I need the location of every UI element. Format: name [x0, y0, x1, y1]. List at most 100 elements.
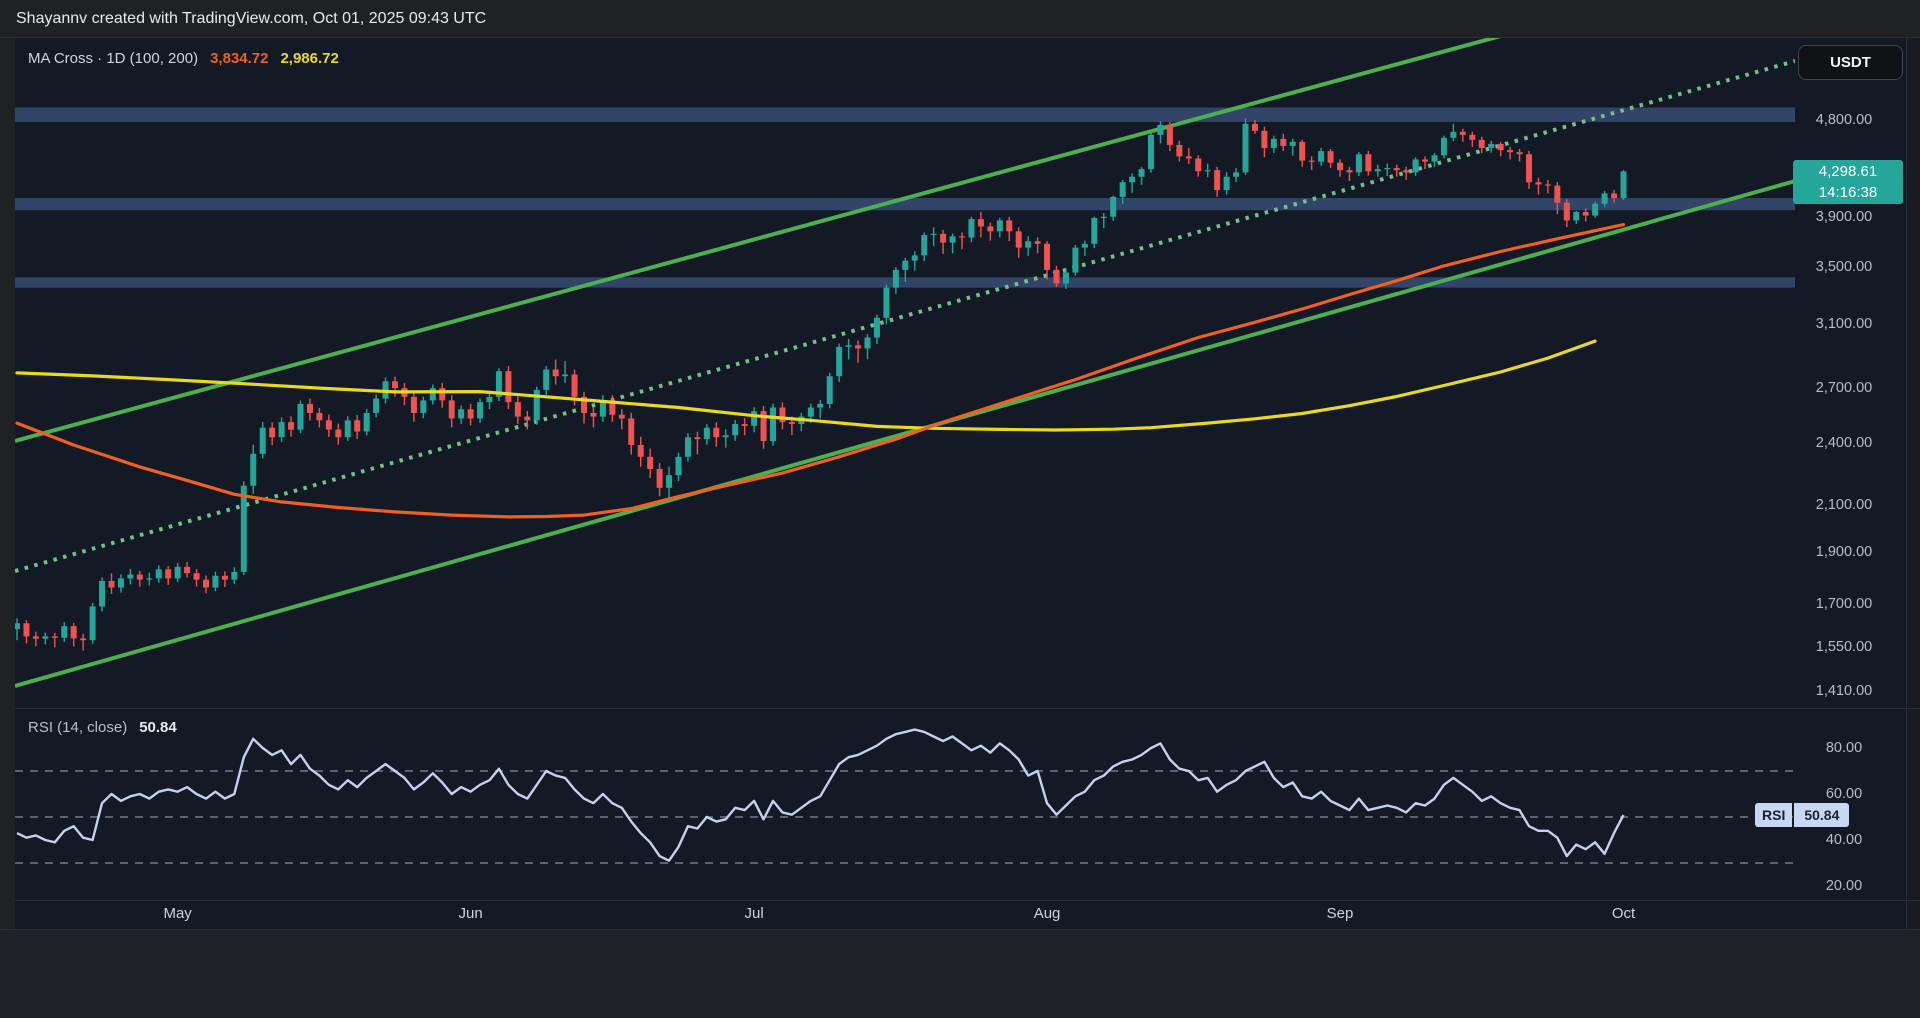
candle[interactable]: [487, 397, 493, 402]
candle[interactable]: [1054, 270, 1060, 284]
ma100-line[interactable]: [17, 225, 1624, 517]
candle[interactable]: [789, 422, 795, 424]
candle[interactable]: [335, 430, 341, 438]
candle[interactable]: [751, 411, 757, 426]
candle[interactable]: [846, 345, 852, 347]
candle[interactable]: [1554, 186, 1560, 203]
candle[interactable]: [1526, 154, 1532, 182]
candle[interactable]: [1488, 144, 1494, 148]
rsi-legend-title[interactable]: RSI (14, close): [28, 719, 127, 736]
candle[interactable]: [732, 424, 738, 435]
candle[interactable]: [619, 415, 625, 419]
candle[interactable]: [1044, 244, 1050, 270]
channel-upper[interactable]: [15, 28, 1530, 441]
rsi-line[interactable]: [17, 730, 1624, 861]
candle[interactable]: [392, 381, 398, 388]
candle[interactable]: [1205, 170, 1211, 171]
candle[interactable]: [742, 424, 748, 426]
candle[interactable]: [808, 408, 814, 417]
candle[interactable]: [307, 404, 313, 413]
candle[interactable]: [33, 636, 39, 638]
candle[interactable]: [950, 236, 956, 242]
candle[interactable]: [1016, 231, 1022, 247]
candle[interactable]: [902, 261, 908, 270]
candle[interactable]: [1280, 139, 1286, 146]
candle[interactable]: [1309, 161, 1315, 162]
candle[interactable]: [1394, 168, 1400, 170]
candle[interactable]: [1233, 172, 1239, 176]
candle[interactable]: [90, 606, 96, 640]
candle[interactable]: [1469, 135, 1475, 140]
candle[interactable]: [865, 337, 871, 348]
candle[interactable]: [1602, 193, 1608, 203]
candle[interactable]: [543, 370, 549, 390]
candle[interactable]: [1441, 138, 1447, 155]
candle[interactable]: [836, 347, 842, 376]
candle[interactable]: [893, 270, 899, 288]
candle[interactable]: [1573, 212, 1579, 220]
candle[interactable]: [1082, 244, 1088, 248]
candle[interactable]: [1517, 152, 1523, 154]
candle[interactable]: [1091, 218, 1097, 244]
candle[interactable]: [1243, 124, 1249, 172]
candle[interactable]: [1120, 182, 1126, 197]
candle[interactable]: [345, 420, 351, 437]
candle[interactable]: [874, 318, 880, 338]
candle[interactable]: [1025, 241, 1031, 247]
candle[interactable]: [779, 408, 785, 423]
candle[interactable]: [1176, 145, 1182, 156]
candle[interactable]: [1195, 158, 1201, 171]
candle[interactable]: [156, 569, 162, 578]
candle[interactable]: [1110, 197, 1116, 217]
candle[interactable]: [1583, 212, 1589, 216]
candle[interactable]: [959, 236, 965, 237]
ma200-line[interactable]: [17, 341, 1595, 430]
candle[interactable]: [184, 567, 190, 573]
candle[interactable]: [827, 376, 833, 404]
candle[interactable]: [931, 234, 937, 235]
candle[interactable]: [1403, 170, 1409, 172]
candle[interactable]: [1224, 177, 1230, 190]
candle[interactable]: [1261, 131, 1267, 148]
candle[interactable]: [118, 578, 124, 587]
candle[interactable]: [987, 226, 993, 231]
candle[interactable]: [439, 388, 445, 400]
candle[interactable]: [468, 409, 474, 418]
candle[interactable]: [1006, 220, 1012, 231]
candle[interactable]: [1432, 155, 1438, 161]
candle[interactable]: [1035, 241, 1041, 244]
candle[interactable]: [1290, 142, 1296, 146]
candle[interactable]: [1167, 125, 1173, 145]
candle[interactable]: [364, 413, 370, 432]
candle[interactable]: [146, 578, 152, 579]
candle[interactable]: [194, 573, 200, 579]
candle[interactable]: [562, 375, 568, 377]
candle[interactable]: [883, 288, 889, 318]
candle[interactable]: [1101, 217, 1107, 218]
candle[interactable]: [137, 574, 143, 579]
candle[interactable]: [628, 418, 634, 445]
candle[interactable]: [1328, 151, 1334, 163]
candle[interactable]: [1318, 151, 1324, 161]
candle[interactable]: [590, 413, 596, 417]
candle[interactable]: [1365, 154, 1371, 171]
candle[interactable]: [449, 400, 455, 418]
candle[interactable]: [685, 437, 691, 457]
candle[interactable]: [61, 626, 67, 638]
candle[interactable]: [241, 486, 247, 572]
candle[interactable]: [42, 636, 48, 638]
candle[interactable]: [477, 402, 483, 418]
candle[interactable]: [1063, 273, 1069, 284]
candle[interactable]: [817, 404, 823, 408]
candle[interactable]: [666, 475, 672, 488]
candle[interactable]: [694, 437, 700, 439]
candle[interactable]: [713, 428, 719, 437]
candle[interactable]: [1460, 132, 1466, 135]
candle[interactable]: [80, 638, 86, 640]
candle[interactable]: [1214, 170, 1220, 190]
candle[interactable]: [373, 399, 379, 413]
candle[interactable]: [298, 404, 304, 430]
candle[interactable]: [657, 469, 663, 488]
pane-divider[interactable]: [15, 708, 1920, 709]
candle[interactable]: [1072, 248, 1078, 273]
